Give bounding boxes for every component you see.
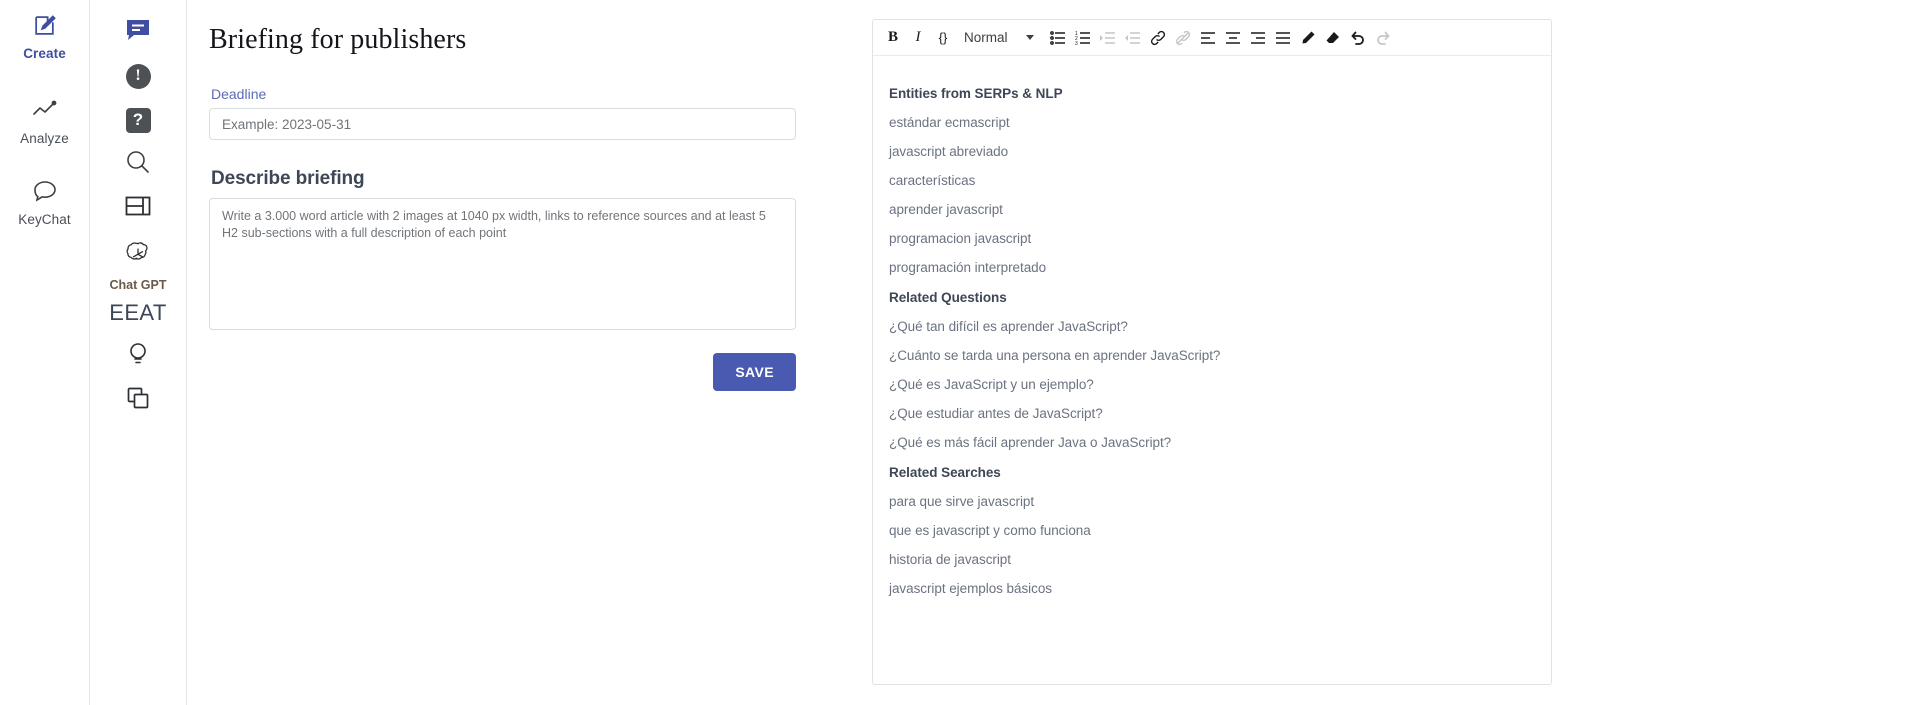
format-select-value: Normal <box>964 30 1008 45</box>
rail-item-comment[interactable] <box>90 10 187 54</box>
sidebar-item-label: Create <box>23 46 66 61</box>
doc-paragraph: características <box>889 173 976 188</box>
tool-rail: ! ? Chat GPT EEAT <box>90 0 187 705</box>
describe-briefing-label: Describe briefing <box>211 168 365 189</box>
primary-nav: Create Analyze KeyChat <box>0 0 90 705</box>
deadline-label: Deadline <box>211 86 267 102</box>
comment-lines-icon <box>125 18 151 47</box>
eraser-icon[interactable] <box>1320 25 1345 50</box>
chat-bubble-icon <box>32 176 58 206</box>
save-button[interactable]: SAVE <box>713 353 796 391</box>
search-icon <box>125 149 151 180</box>
doc-heading: Related Questions <box>889 290 1007 305</box>
indent-decrease-icon[interactable] <box>1120 25 1145 50</box>
unlink-icon[interactable] <box>1170 25 1195 50</box>
sidebar-item-label: Analyze <box>20 131 69 146</box>
rail-item-copy[interactable] <box>90 378 187 422</box>
format-select[interactable]: Normal <box>958 26 1038 50</box>
rail-item-alert[interactable]: ! <box>90 54 187 98</box>
lightbulb-icon <box>126 341 150 372</box>
align-justify-icon[interactable] <box>1270 25 1295 50</box>
editor-pane: B I {} Normal 1 2 3 Entities from SERPs … <box>842 0 1905 705</box>
question-square-icon: ? <box>125 107 151 133</box>
highlighter-icon[interactable] <box>1295 25 1320 50</box>
briefing-form: Briefing for publishers Deadline Describ… <box>187 0 842 705</box>
rail-item-search[interactable] <box>90 142 187 186</box>
numbered-list-icon[interactable]: 1 2 3 <box>1070 25 1095 50</box>
doc-paragraph: que es javascript y como funciona <box>889 523 1091 538</box>
openai-logo-icon <box>124 240 152 273</box>
layout-panel-icon <box>125 196 151 221</box>
doc-paragraph: ¿Qué tan difícil es aprender JavaScript? <box>889 319 1128 334</box>
sidebar-item-keychat[interactable]: KeyChat <box>0 170 90 237</box>
redo-icon[interactable] <box>1370 25 1395 50</box>
editor-shell: B I {} Normal 1 2 3 Entities from SERPs … <box>872 19 1552 685</box>
editor-toolbar: B I {} Normal 1 2 3 <box>873 20 1551 56</box>
editor-content[interactable]: Entities from SERPs & NLP estándar ecmasc… <box>873 56 1551 603</box>
doc-heading: Related Searches <box>889 465 1001 480</box>
doc-paragraph: para que sirve javascript <box>889 494 1035 509</box>
chevron-down-icon <box>1025 35 1034 40</box>
undo-icon[interactable] <box>1345 25 1370 50</box>
doc-paragraph: programación interpretado <box>889 260 1047 275</box>
link-icon[interactable] <box>1145 25 1170 50</box>
page-title: Briefing for publishers <box>209 24 467 55</box>
doc-heading: Entities from SERPs & NLP <box>889 86 1063 101</box>
align-center-icon[interactable] <box>1220 25 1245 50</box>
bullet-list-icon[interactable] <box>1045 25 1070 50</box>
pencil-square-icon <box>32 10 57 40</box>
svg-text:3: 3 <box>1075 41 1078 45</box>
rail-item-help[interactable]: ? <box>90 98 187 142</box>
rail-item-layout[interactable] <box>90 186 187 230</box>
code-block-button[interactable]: {} <box>931 25 955 50</box>
align-right-icon[interactable] <box>1245 25 1270 50</box>
align-left-icon[interactable] <box>1195 25 1220 50</box>
doc-paragraph: javascript abreviado <box>889 144 1009 159</box>
rail-item-chatgpt[interactable] <box>90 230 187 282</box>
deadline-input[interactable] <box>209 108 796 140</box>
doc-paragraph: ¿Qué es más fácil aprender Java o JavaSc… <box>889 435 1172 450</box>
doc-paragraph: ¿Que estudiar antes de JavaScript? <box>889 406 1103 421</box>
indent-increase-icon[interactable] <box>1095 25 1120 50</box>
doc-paragraph: estándar ecmascript <box>889 115 1010 130</box>
app-root: Create Analyze KeyChat ! ? Chat GPT EEAT… <box>0 0 1905 705</box>
doc-paragraph: aprender javascript <box>889 202 1003 217</box>
exclamation-circle-icon: ! <box>125 63 151 89</box>
doc-paragraph: ¿Qué es JavaScript y un ejemplo? <box>889 377 1094 392</box>
rail-item-eeat[interactable]: EEAT <box>109 300 166 326</box>
doc-paragraph: programacion javascript <box>889 231 1032 246</box>
line-chart-icon <box>32 95 58 125</box>
bold-button[interactable]: B <box>881 25 905 50</box>
copy-icon <box>126 386 150 415</box>
rail-item-ideas[interactable] <box>90 334 187 378</box>
save-row: SAVE <box>209 353 796 391</box>
doc-paragraph: historia de javascript <box>889 552 1011 567</box>
italic-button[interactable]: I <box>906 25 930 50</box>
sidebar-item-analyze[interactable]: Analyze <box>0 89 90 156</box>
describe-briefing-textarea[interactable] <box>209 198 796 330</box>
doc-paragraph: javascript ejemplos básicos <box>889 581 1052 596</box>
sidebar-item-create[interactable]: Create <box>0 4 90 71</box>
sidebar-item-label: KeyChat <box>18 212 71 227</box>
doc-paragraph: ¿Cuánto se tarda una persona en aprender… <box>889 348 1221 363</box>
rail-item-label-chatgpt: Chat GPT <box>109 278 167 292</box>
